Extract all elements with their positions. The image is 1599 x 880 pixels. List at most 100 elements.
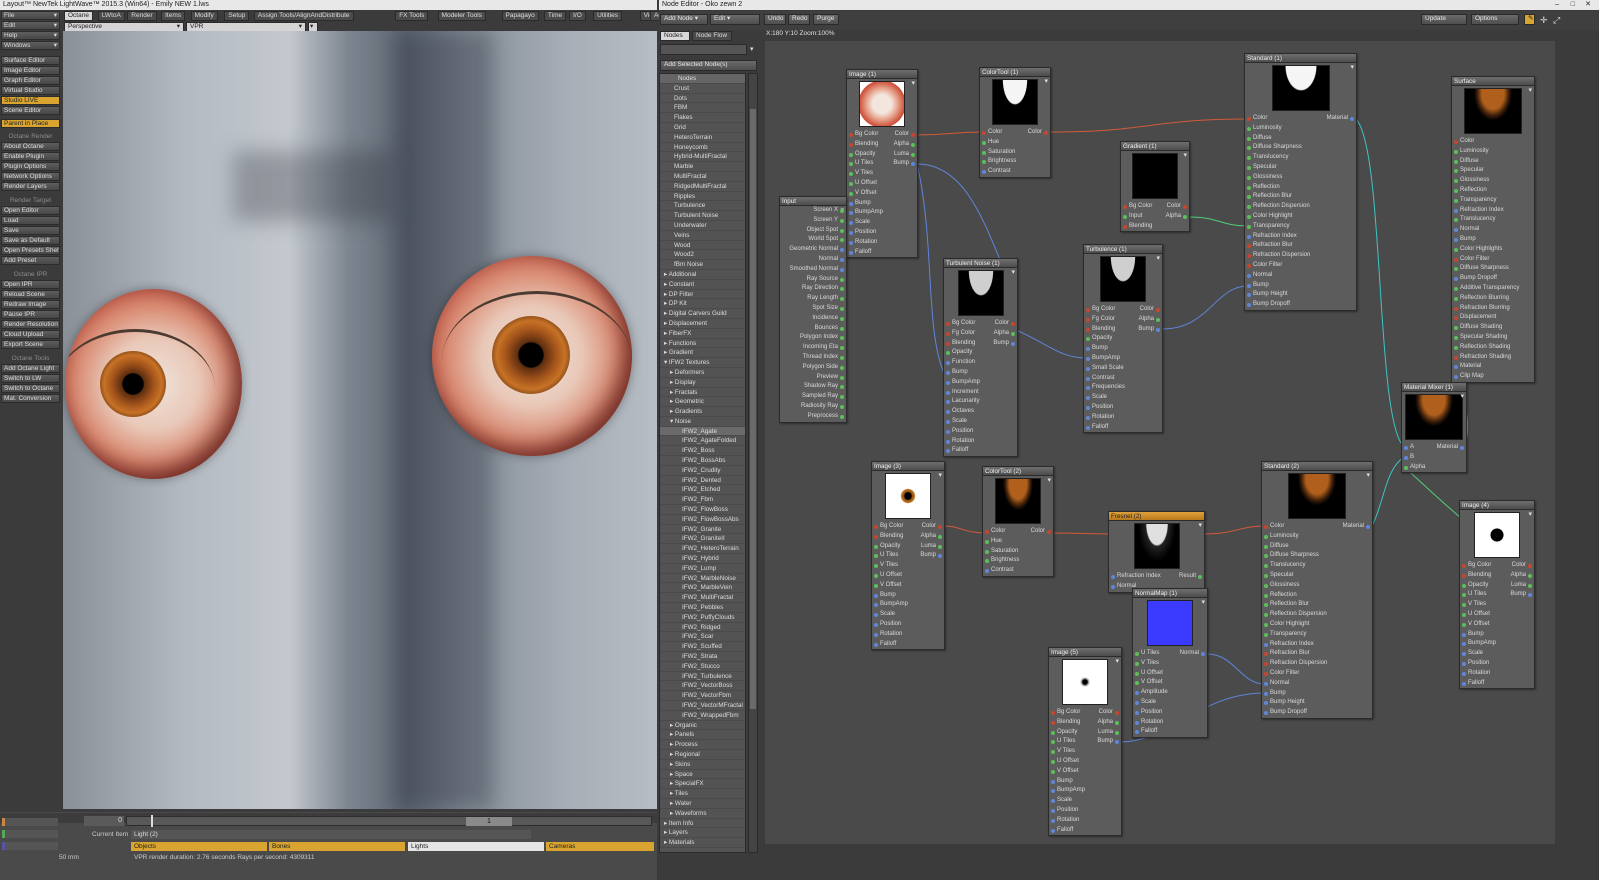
input-port[interactable] (1051, 769, 1055, 774)
input-port[interactable] (1454, 365, 1458, 370)
dropdown-arrow-icon[interactable]: ▾ (1011, 268, 1015, 276)
input-port[interactable] (1247, 283, 1251, 288)
output-port[interactable] (840, 248, 844, 253)
input-port[interactable] (982, 160, 986, 165)
output-port[interactable] (1115, 711, 1119, 715)
dropdown-arrow-icon[interactable]: ▾ (1183, 151, 1187, 159)
tool-reload-scene[interactable]: Reload Scene (1, 290, 60, 299)
tool-pause-ipr[interactable]: Pause IPR (1, 310, 60, 319)
list-item[interactable]: IFW2_Ridged (660, 623, 745, 633)
input-port[interactable] (849, 230, 853, 235)
input-port[interactable] (1454, 375, 1458, 380)
tool-switch-to-octane[interactable]: Switch to Octane (1, 384, 60, 393)
fit-icon[interactable]: ⤢ (1553, 15, 1560, 26)
tool-render-resolution[interactable]: Render Resolution (1, 320, 60, 329)
output-port[interactable] (840, 228, 844, 233)
input-port[interactable] (1111, 584, 1115, 589)
position-z-slider[interactable] (2, 842, 58, 850)
menu-file[interactable]: File ▾ (1, 11, 60, 20)
list-item[interactable]: Wood2 (660, 250, 745, 261)
input-port[interactable] (1135, 700, 1139, 705)
input-port[interactable] (1086, 376, 1090, 381)
node-list-scrollbar[interactable] (748, 73, 758, 853)
tool-cloud-upload[interactable]: Cloud Upload (1, 330, 60, 339)
input-port[interactable] (1135, 691, 1139, 696)
list-item[interactable]: ▸ Geometric (660, 397, 745, 408)
node-image4[interactable]: Image (4) ▾ Bg Color Color Blending Alpha Opac… (1459, 500, 1535, 690)
input-port[interactable] (874, 583, 878, 588)
list-item[interactable]: IFW2_Crudity (660, 466, 745, 476)
list-item[interactable]: Wood (660, 241, 745, 251)
objects-tab[interactable]: Objects (131, 842, 267, 851)
output-port[interactable] (840, 306, 844, 311)
tool-redraw-image[interactable]: Redraw Image (1, 300, 60, 309)
dropdown-arrow-icon[interactable]: ▾ (938, 471, 942, 479)
tab-modify[interactable]: Modify (190, 11, 218, 21)
input-port[interactable] (849, 201, 853, 206)
input-port[interactable] (1247, 205, 1251, 210)
input-port[interactable] (1247, 224, 1251, 229)
input-port[interactable] (1051, 730, 1055, 735)
input-port[interactable] (985, 569, 989, 574)
node-title[interactable]: Standard (1) (1245, 54, 1356, 63)
list-item[interactable]: ▸ Additional (660, 270, 745, 280)
tool-plugin-options[interactable]: Plugin Options (1, 162, 60, 171)
output-port[interactable] (840, 346, 844, 351)
list-item[interactable]: IFW2_FlowBossAbs (660, 515, 745, 525)
input-port[interactable] (1247, 126, 1251, 131)
node-title[interactable]: Image (3) (872, 462, 944, 471)
list-item[interactable]: ▸ Displacement (660, 319, 745, 329)
list-item[interactable]: IFW2_MarbleVein (660, 583, 745, 594)
tab-utilities[interactable]: Utilities (593, 11, 623, 21)
input-port[interactable] (1247, 293, 1251, 298)
tool-save-as-default[interactable]: Save as Default (1, 236, 60, 245)
dropdown-arrow-icon[interactable]: ▾ (1115, 657, 1119, 665)
input-port[interactable] (1404, 465, 1408, 470)
list-item[interactable]: ▸ Process (660, 740, 745, 750)
frame-start-field[interactable]: 0 (84, 816, 124, 826)
input-port[interactable] (946, 351, 950, 356)
input-port[interactable] (985, 559, 989, 564)
input-port[interactable] (874, 593, 878, 598)
tool-scene-editor[interactable]: Scene Editor (1, 106, 60, 115)
input-port[interactable] (1051, 828, 1055, 833)
input-port[interactable] (1086, 366, 1090, 371)
list-item[interactable]: IFW2_WrappedFbm (660, 711, 745, 721)
input-port[interactable] (1454, 267, 1458, 272)
input-port[interactable] (849, 142, 853, 147)
list-item[interactable]: ▸ Organic (660, 721, 745, 731)
input-port[interactable] (1454, 247, 1458, 252)
tab-papagayo[interactable]: Papagayo (501, 11, 539, 21)
tool-open-editor[interactable]: Open Editor (1, 206, 60, 215)
input-port[interactable] (1462, 652, 1466, 657)
input-port[interactable] (1454, 228, 1458, 233)
output-port[interactable] (1528, 583, 1532, 588)
list-item[interactable]: ▸ Space (660, 770, 745, 780)
node-title[interactable]: Image (4) (1460, 501, 1534, 510)
dropdown-arrow-icon[interactable]: ▾ (1366, 471, 1370, 479)
input-port[interactable] (982, 150, 986, 155)
list-header[interactable]: Nodes (660, 74, 745, 84)
input-port[interactable] (1454, 149, 1458, 154)
dropdown-arrow-icon[interactable]: ▾ (1201, 598, 1205, 606)
list-item[interactable]: ▸ Gradients (660, 407, 745, 417)
list-item[interactable]: IFW2_Scar (660, 632, 745, 643)
input-port[interactable] (946, 331, 950, 336)
node-title[interactable]: Surface (1452, 77, 1534, 86)
output-port[interactable] (1044, 131, 1048, 135)
list-item[interactable]: Honeycomb (660, 143, 745, 153)
list-item[interactable]: IFW2_VectorBoss (660, 681, 745, 692)
list-item[interactable]: ▸ Functions (660, 339, 745, 349)
input-port[interactable] (1454, 335, 1458, 340)
tab-i-o[interactable]: I/O (569, 11, 586, 21)
input-port[interactable] (1462, 642, 1466, 647)
current-item-select[interactable]: Light (2) (131, 830, 531, 839)
node-colortool2[interactable]: ColorTool (2) ▾ Color Color Hue Saturation Bri… (982, 466, 1054, 577)
output-port[interactable] (840, 238, 844, 243)
node-standard1[interactable]: Standard (1) ▾ Color Material Luminosity Diff… (1244, 53, 1357, 311)
list-item[interactable]: ▸ Regional (660, 750, 745, 760)
input-port[interactable] (1454, 306, 1458, 311)
input-port[interactable] (1051, 711, 1055, 715)
node-title[interactable]: Turbulence (1) (1084, 245, 1162, 254)
tool-add-preset[interactable]: Add Preset (1, 256, 60, 265)
